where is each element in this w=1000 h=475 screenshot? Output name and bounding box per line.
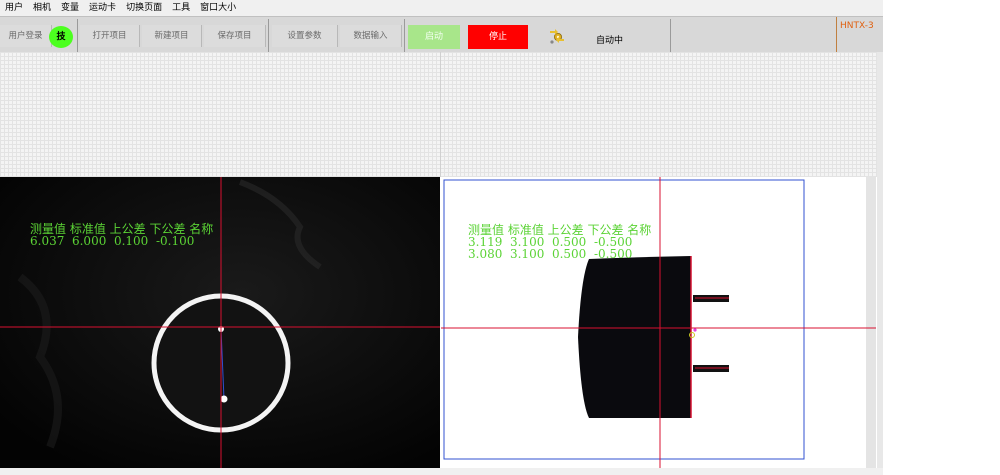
set-params-button[interactable]: 设置参数 bbox=[272, 25, 338, 47]
menu-user[interactable]: 用户 bbox=[0, 0, 28, 16]
right-camera-image bbox=[441, 177, 876, 468]
auto-status-label: 自动中 bbox=[596, 36, 624, 46]
camera-view-left[interactable]: 测量值 标准值 上公差 下公差 名称 6.037 6.000 0.100 -0.… bbox=[0, 177, 440, 468]
data-input-button[interactable]: 数据输入 bbox=[340, 25, 402, 47]
start-button[interactable]: 启动 bbox=[408, 25, 460, 49]
login-status-badge: 技 bbox=[49, 26, 73, 48]
new-project-button[interactable]: 新建项目 bbox=[142, 25, 202, 47]
gear-arrows-icon bbox=[550, 29, 564, 44]
menu-tools[interactable]: 工具 bbox=[167, 0, 195, 16]
status-strip bbox=[0, 468, 883, 475]
stop-button[interactable]: 停止 bbox=[468, 25, 528, 49]
menu-bar: 用户 相机 变量 运动卡 切换页面 工具 窗口大小 bbox=[0, 0, 883, 16]
menu-switch-page[interactable]: 切换页面 bbox=[121, 0, 167, 16]
menu-variables[interactable]: 变量 bbox=[56, 0, 84, 16]
toolbar-separator bbox=[77, 19, 78, 52]
toolbar: 用户登录 技 打开项目 新建项目 保存项目 设置参数 数据输入 启动 停止 自动… bbox=[0, 16, 883, 53]
toolbar-separator bbox=[670, 19, 671, 52]
save-project-button[interactable]: 保存项目 bbox=[204, 25, 266, 47]
part-body bbox=[578, 256, 691, 418]
login-button[interactable]: 用户登录 bbox=[0, 25, 52, 47]
toolbar-separator bbox=[404, 19, 405, 52]
menu-motion-card[interactable]: 运动卡 bbox=[84, 0, 121, 16]
grid-divider bbox=[440, 52, 441, 177]
measurement-row: 3.080 3.100 0.500 -0.500 bbox=[468, 247, 633, 261]
open-project-button[interactable]: 打开项目 bbox=[80, 25, 140, 47]
camera-view-right[interactable]: 测量值 标准值 上公差 下公差 名称 3.119 3.100 0.500 -0.… bbox=[441, 177, 876, 468]
menu-window-size[interactable]: 窗口大小 bbox=[195, 0, 241, 16]
upper-grid-area bbox=[0, 52, 877, 177]
measurement-row: 6.037 6.000 0.100 -0.100 bbox=[30, 234, 195, 248]
menu-camera[interactable]: 相机 bbox=[28, 0, 56, 16]
brand-label: HNTX-3 bbox=[836, 17, 887, 52]
right-scrollbar[interactable] bbox=[877, 52, 883, 475]
left-camera-image bbox=[0, 177, 440, 468]
toolbar-separator bbox=[268, 19, 269, 52]
measure-point-bottom bbox=[220, 395, 228, 403]
